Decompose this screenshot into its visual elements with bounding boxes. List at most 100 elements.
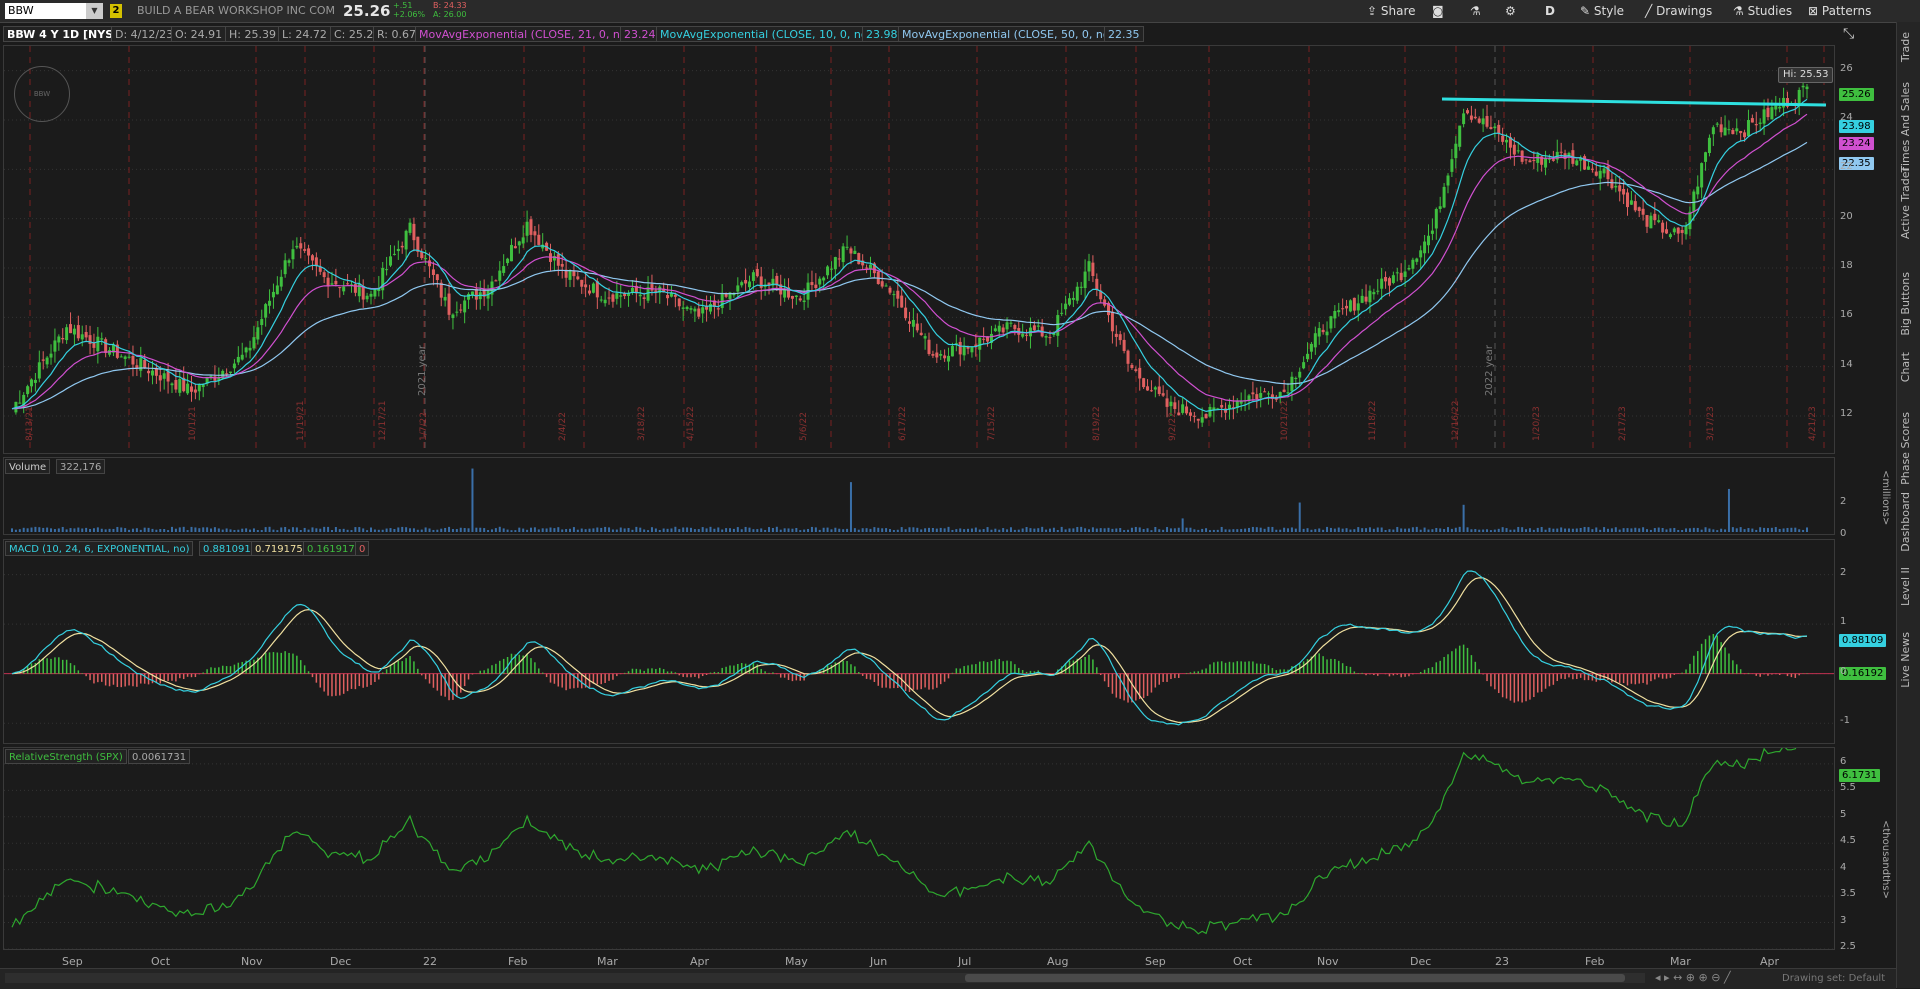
- drawing-set[interactable]: Drawing set: Default: [1782, 973, 1885, 984]
- volume-bar: [775, 526, 778, 532]
- candle-body: [630, 287, 634, 292]
- share-button[interactable]: ⇪ Share: [1367, 2, 1416, 20]
- rail-tab-live-news[interactable]: Live News: [1899, 632, 1919, 688]
- crosshair-icon[interactable]: ⊕: [1686, 971, 1695, 984]
- draw-icon[interactable]: ╱: [1724, 971, 1731, 984]
- collapse-icon[interactable]: ⤡: [1843, 26, 1854, 42]
- volume-bar: [1310, 529, 1313, 532]
- rail-tab-big-buttons[interactable]: Big Buttons: [1899, 272, 1919, 336]
- candle-body: [1067, 298, 1071, 305]
- snapshot-button[interactable]: ◙: [1432, 2, 1444, 20]
- settings-button[interactable]: ⚙: [1505, 2, 1516, 20]
- candle-body: [283, 260, 287, 275]
- volume-bar: [1610, 528, 1613, 532]
- symbol-dropdown-icon[interactable]: ▼: [86, 3, 103, 19]
- candle-body: [127, 356, 131, 358]
- bar-open: O: 24.91: [171, 26, 227, 42]
- candle-body: [1188, 412, 1192, 416]
- candle-body: [560, 263, 564, 267]
- macd-label[interactable]: MACD (10, 24, 6, EXPONENTIAL, no): [5, 541, 194, 556]
- volume-bar: [1731, 527, 1734, 532]
- candle-body: [447, 293, 451, 315]
- rail-tab-trade[interactable]: Trade: [1899, 32, 1919, 62]
- volume-label[interactable]: Volume: [5, 459, 51, 474]
- zoom-out-icon[interactable]: ⊖: [1711, 971, 1720, 984]
- candle-body: [1438, 206, 1442, 209]
- candle-body: [677, 298, 681, 307]
- style-label: Style: [1593, 4, 1625, 18]
- volume-bar: [139, 529, 142, 532]
- rs-tick: 2.5: [1840, 941, 1856, 952]
- horizontal-scrollbar[interactable]: [5, 973, 1645, 983]
- volume-bar: [288, 529, 291, 532]
- macd-panel[interactable]: MACD (10, 24, 6, EXPONENTIAL, no) 0.8810…: [3, 539, 1835, 744]
- x-axis-tick: Dec: [330, 955, 352, 968]
- style-button[interactable]: ✎ Style: [1580, 2, 1624, 20]
- ema10-label[interactable]: MovAvgExponential (CLOSE, 10, 0, no): [656, 26, 876, 42]
- candle-body: [1134, 369, 1138, 371]
- candle-body: [451, 314, 455, 319]
- candle-body: [119, 356, 123, 358]
- zoom-controls[interactable]: ◂ ▸ ↔ ⊕ ⊕ ⊖ ╱: [1655, 971, 1731, 984]
- candle-body: [1185, 406, 1189, 414]
- candle-body: [84, 331, 88, 338]
- rail-tab-times-and-sales[interactable]: Times And Sales: [1899, 82, 1919, 172]
- flask-button[interactable]: ⚗: [1470, 2, 1481, 20]
- price-panel[interactable]: BBW 2021 year 2022 year 8/13/21 10/1/21 11…: [3, 45, 1835, 454]
- scroll-right-icon[interactable]: ▸: [1664, 971, 1670, 984]
- candle-body: [556, 254, 560, 266]
- scroll-left-icon[interactable]: ◂: [1655, 971, 1661, 984]
- volume-bar: [494, 528, 497, 532]
- volume-bar: [389, 528, 392, 532]
- candle-body: [939, 353, 943, 356]
- volume-bar: [1548, 527, 1551, 532]
- studies-button[interactable]: ⚗ Studies: [1733, 2, 1792, 20]
- volume-bar: [1076, 526, 1079, 532]
- candle-body: [1672, 228, 1676, 233]
- date-marker-label: 10/21/22: [1280, 400, 1290, 441]
- volume-bar: [1478, 529, 1481, 532]
- candle-body: [1743, 132, 1747, 138]
- rail-tab-level-ii[interactable]: Level II: [1899, 567, 1919, 606]
- rail-tab-dashboard[interactable]: Dashboard: [1899, 492, 1919, 552]
- volume-unit: <millions>: [1880, 470, 1891, 526]
- candle-body: [1505, 139, 1509, 143]
- candle-body: [611, 294, 615, 302]
- ema50-label[interactable]: MovAvgExponential (CLOSE, 50, 0, no): [898, 26, 1118, 42]
- volume-bar: [260, 530, 263, 532]
- candle-body: [1317, 328, 1321, 337]
- rail-tab-active-trader[interactable]: Active Trader: [1899, 167, 1919, 239]
- link-group-badge[interactable]: 2: [110, 4, 122, 18]
- candle-body: [1173, 402, 1177, 409]
- volume-bar: [42, 527, 45, 532]
- volume-bar: [1259, 527, 1262, 532]
- rail-tab-phase-scores[interactable]: Phase Scores: [1899, 412, 1919, 485]
- aggregation-button[interactable]: D: [1545, 2, 1555, 20]
- rs-label[interactable]: RelativeStrength (SPX): [5, 749, 127, 764]
- candle-body: [467, 293, 471, 300]
- drawings-button[interactable]: ╱ Drawings: [1645, 2, 1712, 20]
- date-marker-label: 2/4/22: [558, 412, 568, 441]
- rs-panel[interactable]: RelativeStrength (SPX) 0.0061731: [3, 747, 1835, 950]
- candle-body: [947, 355, 951, 362]
- zoom-in-icon[interactable]: ⊕: [1699, 971, 1708, 984]
- volume-bar: [338, 529, 341, 532]
- candle-body: [837, 258, 841, 260]
- patterns-button[interactable]: ⊠ Patterns: [1808, 2, 1871, 20]
- rail-tab-chart[interactable]: Chart: [1899, 352, 1919, 382]
- expand-icon[interactable]: ↔: [1673, 971, 1682, 984]
- candle-body: [424, 258, 428, 260]
- ema21-label[interactable]: MovAvgExponential (CLOSE, 21, 0, no): [415, 26, 635, 42]
- volume-bar: [1088, 529, 1090, 532]
- candle-body: [1091, 262, 1095, 277]
- volume-bar: [1466, 527, 1469, 532]
- volume-bar: [46, 527, 49, 532]
- candle-body: [1754, 124, 1758, 126]
- scrollbar-thumb[interactable]: [965, 974, 1625, 982]
- candle-body: [291, 249, 295, 260]
- volume-bar: [658, 530, 661, 532]
- macd-zero: 0: [355, 541, 370, 556]
- last-price-tag: 25.26: [1839, 88, 1874, 101]
- volume-bar: [1158, 529, 1161, 532]
- volume-panel[interactable]: Volume 322,176: [3, 457, 1835, 535]
